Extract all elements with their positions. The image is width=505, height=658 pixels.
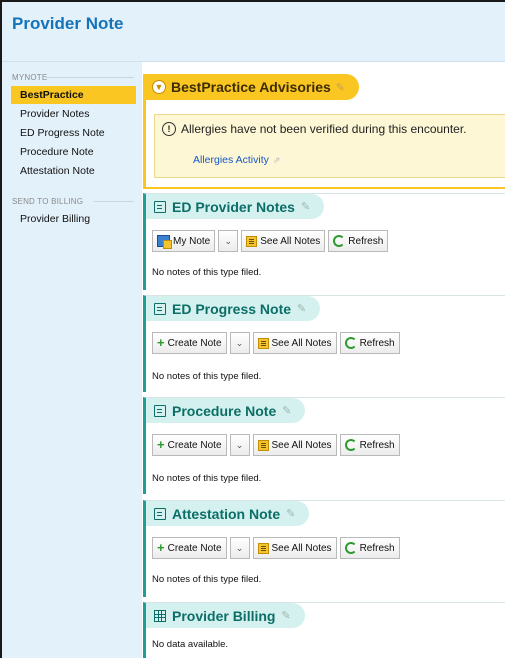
my-note-button[interactable]: My Note — [152, 230, 216, 252]
section-header[interactable]: ED Progress Note ✎ — [146, 296, 321, 321]
note-icon — [154, 200, 166, 213]
chevron-down-icon[interactable]: ⌄ — [229, 332, 250, 354]
refresh-button[interactable]: Refresh — [328, 230, 389, 252]
see-all-notes-button[interactable]: See All Notes — [252, 332, 337, 354]
section-toolbar: + Create Note ⌄ See All Notes Refresh — [152, 537, 400, 559]
empty-message: No notes of this type filed. — [152, 574, 262, 585]
sidebar-group-mynote: MyNote — [12, 73, 48, 82]
plus-icon: + — [157, 540, 165, 555]
notes-icon — [257, 439, 269, 451]
section-attestation-note: Attestation Note ✎ + Create Note ⌄ See A… — [143, 500, 505, 597]
create-note-button[interactable]: + Create Note — [152, 332, 227, 354]
section-header[interactable]: Attestation Note ✎ — [146, 501, 310, 526]
section-header[interactable]: Provider Billing ✎ — [146, 603, 305, 628]
empty-message: No notes of this type filed. — [152, 473, 262, 484]
see-all-notes-label: See All Notes — [260, 235, 321, 247]
refresh-button[interactable]: Refresh — [339, 332, 400, 354]
chevron-down-icon[interactable]: ⌄ — [229, 434, 250, 456]
my-note-icon — [157, 235, 172, 249]
refresh-icon — [333, 235, 346, 247]
refresh-label: Refresh — [359, 337, 395, 349]
see-all-notes-button[interactable]: See All Notes — [241, 230, 326, 252]
pencil-icon[interactable]: ✎ — [297, 302, 306, 315]
chevron-down-icon[interactable]: ⌄ — [229, 537, 250, 559]
refresh-label: Refresh — [359, 439, 395, 451]
create-note-label: Create Note — [167, 542, 222, 554]
notes-icon — [257, 542, 269, 554]
refresh-label: Refresh — [348, 235, 384, 247]
note-icon — [154, 507, 166, 520]
sidebar-item-provider-notes[interactable]: Provider Notes — [11, 105, 136, 123]
refresh-button[interactable]: Refresh — [339, 434, 400, 456]
alert-icon: ! — [162, 122, 176, 136]
empty-message: No notes of this type filed. — [152, 267, 262, 278]
plus-icon: + — [157, 437, 165, 452]
allergies-activity-link[interactable]: Allergies Activity ⇗ — [193, 154, 280, 166]
bpa-bottom-border — [143, 187, 505, 189]
section-header[interactable]: ED Provider Notes ✎ — [146, 194, 325, 219]
sidebar: MyNote BestPractice Provider Notes ED Pr… — [2, 62, 142, 658]
pencil-icon[interactable]: ✎ — [282, 404, 291, 417]
allergies-activity-label[interactable]: Allergies Activity — [193, 154, 269, 166]
notes-icon — [257, 337, 269, 349]
section-ed-provider-notes: ED Provider Notes ✎ My Note ⌄ See All No… — [143, 193, 505, 290]
see-all-notes-button[interactable]: See All Notes — [252, 537, 337, 559]
see-all-notes-label: See All Notes — [271, 439, 332, 451]
chevron-down-icon[interactable]: ⌄ — [218, 230, 239, 252]
pencil-icon[interactable]: ✎ — [286, 507, 295, 520]
grid-icon — [154, 609, 166, 622]
bpa-header[interactable]: ▼ BestPractice Advisories ✎ — [146, 74, 360, 100]
section-title: Procedure Note — [172, 402, 277, 419]
external-link-icon: ⇗ — [272, 154, 281, 165]
filter-icon: ▼ — [152, 80, 166, 94]
section-title: Provider Billing — [172, 607, 276, 624]
empty-message: No notes of this type filed. — [152, 371, 262, 382]
sidebar-group-send-to-billing: Send To Billing — [12, 197, 84, 206]
plus-icon: + — [157, 335, 165, 350]
empty-message: No data available. — [152, 639, 229, 650]
pencil-icon[interactable]: ✎ — [301, 200, 310, 213]
refresh-label: Refresh — [359, 542, 395, 554]
bpa-title: BestPractice Advisories — [171, 79, 331, 95]
create-note-button[interactable]: + Create Note — [152, 537, 227, 559]
section-toolbar: + Create Note ⌄ See All Notes Refresh — [152, 332, 400, 354]
section-procedure-note: Procedure Note ✎ + Create Note ⌄ See All… — [143, 397, 505, 494]
sidebar-divider — [94, 201, 134, 202]
sidebar-item-provider-billing[interactable]: Provider Billing — [11, 210, 136, 228]
bpa-section: ▼ BestPractice Advisories ✎ ! Allergies … — [143, 74, 505, 189]
section-toolbar: + Create Note ⌄ See All Notes Refresh — [152, 434, 400, 456]
create-note-button[interactable]: + Create Note — [152, 434, 227, 456]
sidebar-item-attestation-note[interactable]: Attestation Note — [11, 162, 136, 180]
advisory-text: Allergies have not been verified during … — [181, 122, 467, 136]
section-ed-progress-note: ED Progress Note ✎ + Create Note ⌄ See A… — [143, 295, 505, 392]
see-all-notes-button[interactable]: See All Notes — [252, 434, 337, 456]
sidebar-divider — [46, 77, 134, 78]
sidebar-item-ed-progress-note[interactable]: ED Progress Note — [11, 124, 136, 142]
note-icon — [154, 404, 166, 417]
see-all-notes-label: See All Notes — [271, 337, 332, 349]
refresh-button[interactable]: Refresh — [339, 537, 400, 559]
section-title: Attestation Note — [172, 505, 281, 522]
page-header: Provider Note — [2, 2, 505, 62]
create-note-label: Create Note — [167, 439, 222, 451]
sidebar-item-bestpractice[interactable]: BestPractice — [11, 86, 136, 104]
section-title: ED Provider Notes — [172, 198, 295, 215]
page-title: Provider Note — [12, 14, 124, 33]
see-all-notes-label: See All Notes — [271, 542, 332, 554]
refresh-icon — [344, 439, 357, 451]
refresh-icon — [344, 542, 357, 554]
advisory-box: ! Allergies have not been verified durin… — [154, 114, 505, 178]
section-title: ED Progress Note — [172, 300, 292, 317]
notes-icon — [246, 235, 258, 247]
sidebar-item-procedure-note[interactable]: Procedure Note — [11, 143, 136, 161]
my-note-label: My Note — [173, 235, 211, 247]
section-header[interactable]: Procedure Note ✎ — [146, 398, 306, 423]
pencil-icon[interactable]: ✎ — [281, 609, 290, 622]
refresh-icon — [344, 337, 357, 349]
pencil-icon[interactable]: ✎ — [336, 81, 345, 94]
create-note-label: Create Note — [167, 337, 222, 349]
note-icon — [154, 302, 166, 315]
section-provider-billing: Provider Billing ✎ No data available. — [143, 602, 505, 658]
section-toolbar: My Note ⌄ See All Notes Refresh — [152, 230, 389, 252]
